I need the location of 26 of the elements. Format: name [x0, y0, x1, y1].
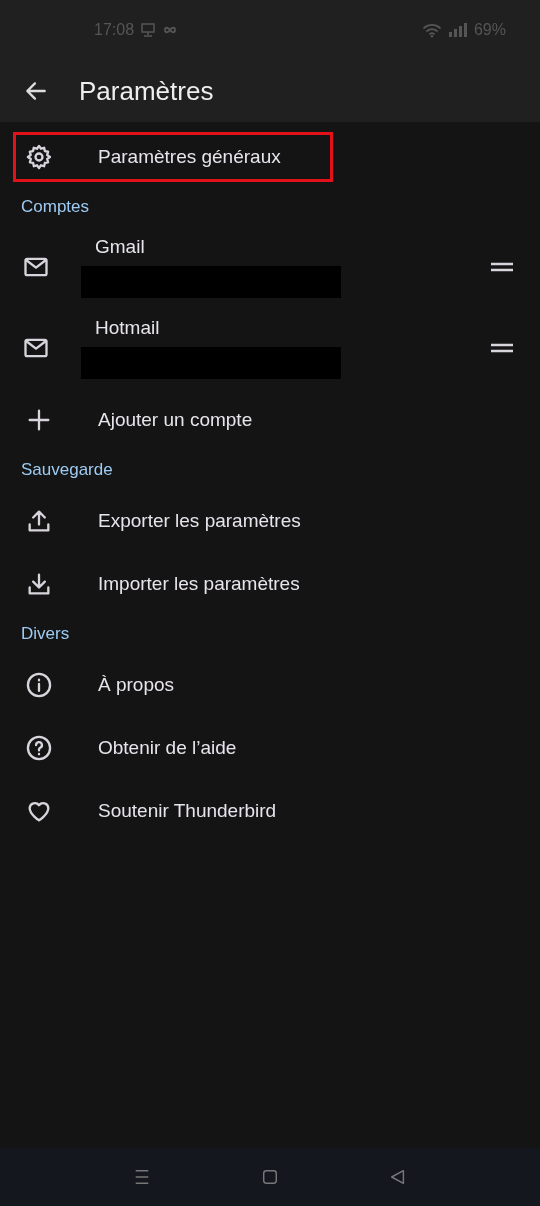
settings-item[interactable]: Paramètres généraux — [13, 131, 333, 182]
screen-title: Paramètres — [79, 75, 214, 107]
account-name: Hotmail — [94, 316, 161, 339]
settings-item[interactable]: Importer les paramètres — [13, 558, 333, 609]
wifi-icon — [421, 22, 442, 38]
drag-handle-icon[interactable] — [490, 261, 514, 272]
account-name: Gmail — [94, 235, 146, 258]
signal-icon — [447, 22, 468, 38]
gear-icon — [25, 142, 53, 171]
settings-item[interactable]: Obtenir de l’aide — [13, 722, 270, 773]
settings-item[interactable]: Soutenir Thunderbird — [13, 785, 310, 836]
help-icon — [25, 733, 53, 762]
settings-item[interactable]: Exporter les paramètres — [13, 495, 334, 546]
account-item[interactable]: Gmail — [0, 226, 540, 307]
back-icon[interactable] — [389, 1168, 407, 1186]
settings-item[interactable]: Ajouter un compte — [13, 394, 286, 445]
section-header: Sauvegarde — [20, 459, 114, 481]
menu-icon[interactable] — [133, 1168, 151, 1186]
section-header: Comptes — [20, 196, 91, 218]
home-icon[interactable] — [261, 1168, 279, 1186]
section-header: Divers — [20, 623, 71, 645]
settings-item[interactable]: À propos — [13, 659, 208, 710]
drag-handle-icon[interactable] — [490, 342, 514, 353]
info-icon — [25, 670, 53, 699]
account-item[interactable]: Hotmail — [0, 307, 540, 388]
monitor-icon — [140, 22, 157, 38]
